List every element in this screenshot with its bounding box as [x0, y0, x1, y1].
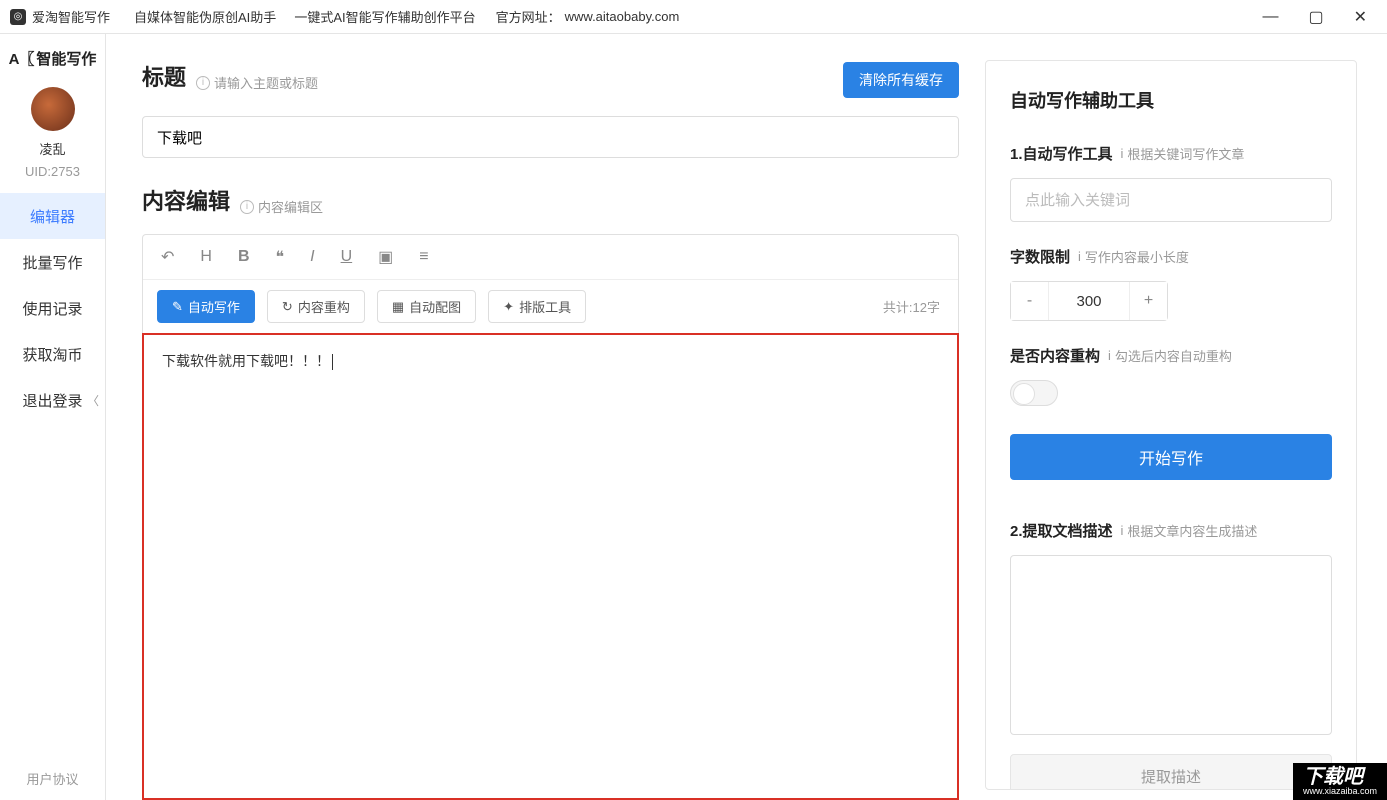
keyword-input[interactable]: [1010, 178, 1332, 222]
extract-desc-section-title: 2.提取文档描述 i根据文章内容生成描述: [1010, 520, 1332, 541]
main-content: 标题 i 请输入主题或标题 清除所有缓存 内容编辑 i 内容编辑区 ↶ H: [106, 34, 1387, 800]
watermark: 下载吧 www.xiazaiba.com: [1293, 763, 1387, 800]
word-limit-label: 字数限制 i写作内容最小长度: [1010, 246, 1332, 267]
title-input[interactable]: [142, 116, 959, 158]
title-section-label: 标题: [142, 60, 186, 92]
stepper-plus-button[interactable]: +: [1129, 282, 1167, 320]
quote-icon[interactable]: ❝: [276, 247, 285, 267]
auto-write-button[interactable]: ✎ 自动写作: [157, 290, 255, 323]
window-controls: — ▢ ✕: [1262, 7, 1377, 27]
rebuild-toggle[interactable]: [1010, 380, 1058, 406]
sidebar-item-history[interactable]: 使用记录: [0, 285, 105, 331]
user-agreement-link[interactable]: 用户协议: [26, 769, 78, 788]
minimize-icon[interactable]: —: [1262, 8, 1278, 26]
extract-description-button[interactable]: 提取描述: [1010, 754, 1332, 790]
auto-image-button[interactable]: ▦ 自动配图: [377, 290, 476, 323]
pencil-icon: ✎: [172, 299, 183, 315]
logo: A〖 智能写作: [9, 48, 97, 69]
start-writing-button[interactable]: 开始写作: [1010, 434, 1332, 480]
site-url[interactable]: www.aitaobaby.com: [565, 9, 680, 24]
info-icon: i: [240, 200, 254, 214]
auto-write-section-title: 1.自动写作工具 i根据关键词写作文章: [1010, 143, 1332, 164]
watermark-text: 下载吧: [1303, 766, 1363, 788]
app-name: 爱淘智能写作: [32, 7, 110, 26]
info-icon: i: [1121, 523, 1124, 538]
sidebar-item-logout[interactable]: 退出登录〈: [0, 377, 105, 423]
sidebar-item-editor[interactable]: 编辑器: [0, 193, 105, 239]
info-icon: i: [1121, 146, 1124, 161]
title-section-hint: i 请输入主题或标题: [196, 73, 318, 92]
ai-icon: A〖: [9, 48, 35, 69]
stepper-minus-button[interactable]: -: [1011, 282, 1049, 320]
tagline-1: 自媒体智能伪原创AI助手: [134, 7, 276, 26]
char-count: 共计:12字: [883, 297, 944, 316]
content-section-hint: i 内容编辑区: [240, 197, 323, 216]
editor-toolbar-box: ↶ H B ❝ I U ▣ ≡ ✎ 自动写作 ↻ 内容重构: [142, 234, 959, 333]
username: 凌乱: [39, 139, 65, 158]
undo-icon[interactable]: ↶: [161, 247, 174, 267]
chevron-right-icon: 〈: [87, 392, 99, 409]
sidebar-item-coins[interactable]: 获取淘币: [0, 331, 105, 377]
wand-icon: ✦: [503, 299, 514, 315]
word-limit-stepper: - 300 +: [1010, 281, 1168, 321]
content-editor[interactable]: 下载软件就用下载吧！！！: [142, 333, 959, 800]
sidebar: A〖 智能写作 凌乱 UID:2753 编辑器 批量写作 使用记录 获取淘币 退…: [0, 34, 106, 800]
watermark-url: www.xiazaiba.com: [1303, 787, 1377, 796]
rebuild-toggle-label: 是否内容重构 i勾选后内容自动重构: [1010, 345, 1332, 366]
refresh-icon: ↻: [282, 299, 293, 315]
clear-cache-button[interactable]: 清除所有缓存: [843, 62, 959, 98]
editor-column: 标题 i 请输入主题或标题 清除所有缓存 内容编辑 i 内容编辑区 ↶ H: [142, 60, 959, 800]
app-icon: ◎: [10, 9, 26, 25]
action-toolbar: ✎ 自动写作 ↻ 内容重构 ▦ 自动配图 ✦ 排版工具 共: [143, 280, 958, 333]
side-panel: 自动写作辅助工具 1.自动写作工具 i根据关键词写作文章 字数限制 i写作内容最…: [985, 60, 1357, 790]
close-icon[interactable]: ✕: [1354, 7, 1367, 27]
content-section-label: 内容编辑: [142, 184, 230, 216]
heading-icon[interactable]: H: [200, 248, 212, 266]
logo-text: 智能写作: [36, 48, 96, 69]
picture-icon: ▦: [392, 299, 404, 315]
info-icon: i: [196, 76, 210, 90]
text-cursor: [332, 354, 333, 370]
sidebar-item-batch[interactable]: 批量写作: [0, 239, 105, 285]
stepper-value: 300: [1049, 293, 1129, 310]
user-id: UID:2753: [25, 164, 80, 179]
image-icon[interactable]: ▣: [378, 247, 393, 267]
bold-icon[interactable]: B: [238, 248, 250, 266]
rebuild-content-button[interactable]: ↻ 内容重构: [267, 290, 365, 323]
avatar[interactable]: [31, 87, 75, 131]
format-toolbar: ↶ H B ❝ I U ▣ ≡: [143, 235, 958, 280]
info-icon: i: [1108, 348, 1111, 363]
description-textarea[interactable]: [1010, 555, 1332, 735]
info-icon: i: [1078, 249, 1081, 264]
underline-icon[interactable]: U: [341, 248, 353, 266]
layout-tool-button[interactable]: ✦ 排版工具: [488, 290, 586, 323]
content-text: 下载软件就用下载吧！！！: [162, 353, 330, 369]
tagline-2: 一键式AI智能写作辅助创作平台: [294, 7, 475, 26]
italic-icon[interactable]: I: [310, 248, 314, 266]
side-panel-title: 自动写作辅助工具: [1010, 87, 1332, 113]
align-icon[interactable]: ≡: [419, 248, 428, 266]
maximize-icon[interactable]: ▢: [1308, 7, 1323, 27]
site-label: 官方网址：: [496, 7, 561, 26]
title-bar: ◎ 爱淘智能写作 自媒体智能伪原创AI助手 一键式AI智能写作辅助创作平台 官方…: [0, 0, 1387, 34]
